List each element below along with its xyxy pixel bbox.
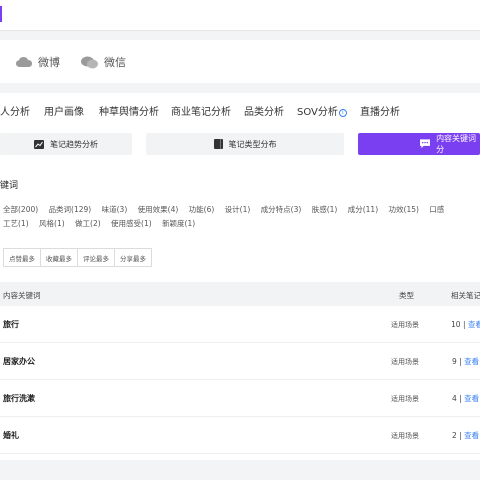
platform-selector: 微博 微信	[0, 40, 480, 83]
tab-commercial-notes[interactable]: 商业笔记分析	[171, 103, 231, 118]
subtab-note-type-label: 笔记类型分布	[228, 139, 277, 149]
subtab-content-keywords[interactable]: 内容关键词分	[358, 133, 480, 155]
analysis-panel: 人分析 用户画像 种草舆情分析 商业笔记分析 品类分析 SOV分析 i 直播分析 …	[0, 93, 480, 460]
tab-influencer-analysis[interactable]: 人分析	[0, 103, 30, 118]
keyword-filters: 全部(200) 品类词(129) 味道(3) 使用效果(4) 功能(6) 设计(…	[3, 203, 480, 231]
tab-sentiment-analysis[interactable]: 种草舆情分析	[99, 103, 159, 118]
filter-chip[interactable]: 品类词(129)	[49, 203, 92, 217]
filter-chip[interactable]: 风格(1)	[39, 217, 65, 231]
count-value: 4	[452, 394, 457, 403]
filter-chip[interactable]: 味道(3)	[102, 203, 128, 217]
sort-most-saves-button[interactable]: 收藏最多	[41, 248, 78, 267]
count-value: 10	[451, 320, 461, 329]
chat-icon	[81, 56, 98, 68]
filter-chip[interactable]: 肤感(1)	[312, 203, 338, 217]
count-cell: 4 | 查看	[452, 393, 479, 404]
filter-chip[interactable]: 功能(6)	[189, 203, 215, 217]
table-header: 内容关键词 类型 相关笔记	[0, 282, 480, 306]
section-title: 键词	[0, 181, 19, 191]
subtab-content-keywords-label: 内容关键词分	[436, 134, 477, 154]
subtab-note-type[interactable]: 笔记类型分布	[146, 133, 344, 155]
view-link[interactable]: 查看	[468, 320, 480, 329]
table-row: 居家办公 适用场景 9 | 查看	[0, 343, 480, 380]
platform-wechat[interactable]: 微信	[81, 54, 126, 70]
table-row: 婚礼 适用场景 2 | 查看	[0, 417, 480, 454]
sort-most-comments-button[interactable]: 评论最多	[78, 248, 115, 267]
tab-live-analysis[interactable]: 直播分析	[360, 103, 400, 118]
sort-options: 点赞最多 收藏最多 评论最多 分享最多	[3, 248, 152, 267]
analysis-tabs: 人分析 用户画像 种草舆情分析 商业笔记分析 品类分析 SOV分析 i 直播分析	[0, 93, 480, 125]
separator: |	[459, 357, 462, 366]
type-cell: 适用场景	[391, 395, 419, 403]
view-link[interactable]: 查看	[464, 357, 479, 366]
filter-chip[interactable]: 新颖度(1)	[162, 217, 195, 231]
count-cell: 2 | 查看	[452, 430, 479, 441]
keyword-cell: 旅行洗漱	[3, 394, 35, 403]
table-row: 旅行洗漱 适用场景 4 | 查看	[0, 380, 480, 417]
filter-chip[interactable]: 工艺(1)	[3, 217, 29, 231]
tab-sov-label: SOV分析	[297, 107, 338, 118]
count-value: 9	[452, 357, 457, 366]
tab-sov-analysis[interactable]: SOV分析 i	[297, 103, 347, 118]
tab-user-profile[interactable]: 用户画像	[44, 103, 84, 118]
filter-chip[interactable]: 做工(2)	[75, 217, 101, 231]
header-type: 类型	[399, 291, 414, 300]
type-cell: 适用场景	[391, 321, 419, 329]
search-caret	[0, 6, 2, 22]
count-value: 2	[452, 431, 457, 440]
filter-chip[interactable]: 功效(15)	[389, 203, 419, 217]
sort-most-shares-button[interactable]: 分享最多	[115, 248, 152, 267]
tab-category-analysis[interactable]: 品类分析	[244, 103, 284, 118]
count-cell: 9 | 查看	[452, 356, 479, 367]
filter-chip[interactable]: 口感	[429, 203, 444, 217]
platform-weibo-label: 微博	[38, 56, 60, 69]
keyword-cell: 居家办公	[3, 357, 35, 366]
filter-chip[interactable]: 使用感受(1)	[111, 217, 152, 231]
platform-weibo[interactable]: 微博	[16, 54, 60, 70]
filter-chip[interactable]: 成分特点(3)	[261, 203, 302, 217]
info-icon[interactable]: i	[338, 109, 347, 117]
comment-icon	[420, 139, 431, 149]
platform-wechat-label: 微信	[104, 56, 126, 69]
separator: |	[462, 320, 466, 329]
top-search-bar[interactable]	[0, 0, 480, 31]
view-link[interactable]: 查看	[464, 431, 479, 440]
type-cell: 适用场景	[391, 432, 419, 440]
subtab-note-trend[interactable]: 笔记趋势分析	[0, 133, 132, 155]
keyword-cell: 婚礼	[3, 431, 19, 440]
type-cell: 适用场景	[391, 358, 419, 366]
subtab-note-trend-label: 笔记趋势分析	[50, 139, 98, 149]
header-keyword: 内容关键词	[3, 291, 41, 300]
table-row: 旅行 适用场景 10 | 查看	[0, 306, 480, 343]
filter-chip[interactable]: 使用效果(4)	[138, 203, 179, 217]
cloud-icon	[16, 57, 32, 67]
header-related-notes: 相关笔记	[451, 291, 480, 300]
filter-chip[interactable]: 成分(11)	[348, 203, 378, 217]
filter-chip[interactable]: 全部(200)	[3, 203, 38, 217]
trend-chart-icon	[34, 139, 44, 149]
count-cell: 10 | 查看	[451, 319, 480, 330]
separator: |	[459, 394, 462, 403]
keyword-cell: 旅行	[3, 320, 19, 329]
filter-chip[interactable]: 设计(1)	[225, 203, 251, 217]
view-link[interactable]: 查看	[464, 394, 479, 403]
book-icon	[213, 139, 223, 149]
separator: |	[459, 431, 462, 440]
sort-most-likes-button[interactable]: 点赞最多	[3, 248, 41, 267]
